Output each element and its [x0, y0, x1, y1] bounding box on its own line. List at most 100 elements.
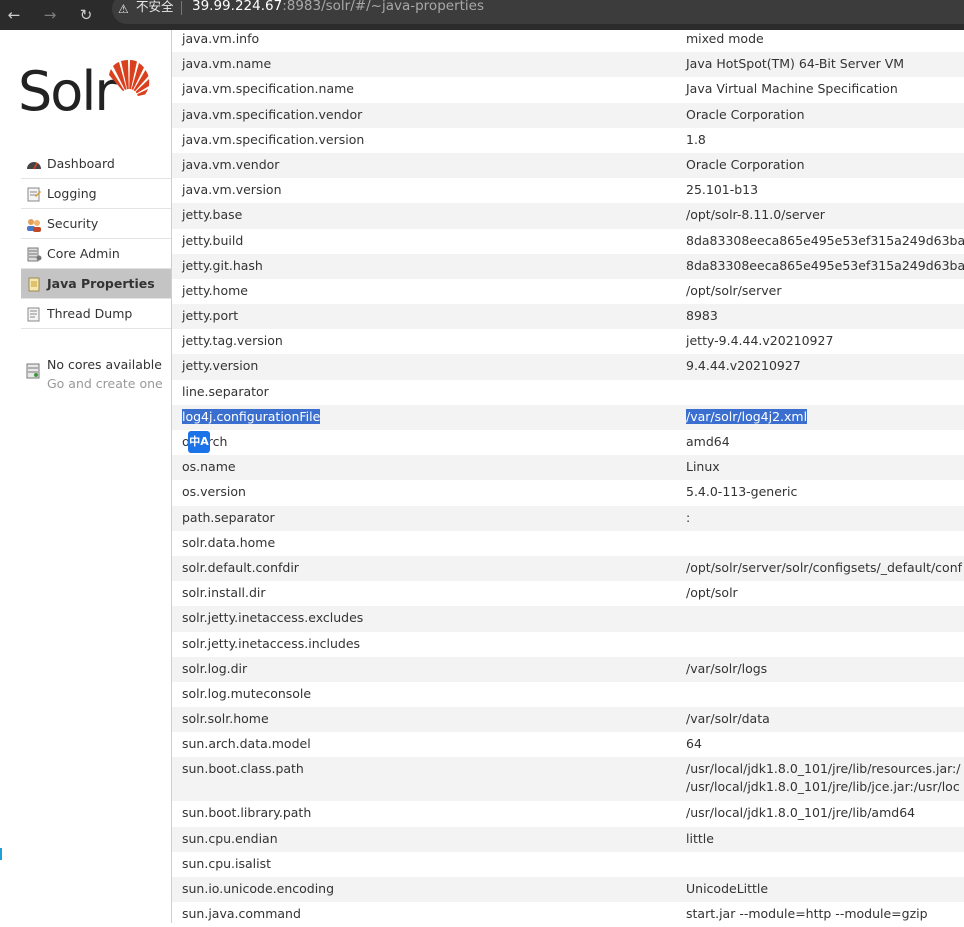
- url-path: :8983/solr/#/~java-properties: [282, 0, 485, 14]
- property-value: /opt/solr: [686, 585, 738, 601]
- property-value: Java Virtual Machine Specification: [686, 81, 898, 97]
- translate-icon[interactable]: 中A: [188, 431, 210, 453]
- property-row: log4j.configurationFile/var/solr/log4j2.…: [172, 404, 964, 430]
- property-row: sun.io.unicode.encoding UnicodeLittle: [172, 877, 964, 903]
- property-row: jetty.base/opt/solr-8.11.0/server: [172, 203, 964, 229]
- property-row: java.vm.specification.name Java Virtual M…: [172, 77, 964, 102]
- property-row: sun.cpu.isalist: [172, 852, 964, 877]
- sidebar: Solr Dashboard Logging Security Core Adm…: [0, 30, 171, 923]
- property-key: java.vm.name: [182, 56, 272, 72]
- property-key: sun.cpu.isalist: [182, 855, 272, 871]
- property-row: sun.cpu.endian little: [172, 826, 964, 852]
- property-row: solr.data.home: [172, 531, 964, 556]
- menu-item-label: Thread Dump: [47, 306, 133, 321]
- property-value: /opt/solr-8.11.0/server: [686, 207, 825, 223]
- property-value: Linux: [686, 459, 720, 475]
- menu-item-dashboard[interactable]: Dashboard: [21, 149, 171, 179]
- property-key: solr.default.confdir: [182, 559, 299, 575]
- property-key: line.separator: [182, 383, 269, 399]
- menu-item-logging[interactable]: Logging: [21, 179, 171, 209]
- property-value: /usr/local/jdk1.8.0_101/jre/lib/amd64: [686, 805, 916, 821]
- core-admin-icon: [26, 247, 44, 261]
- property-row: solr.install.dir/opt/solr: [172, 581, 964, 606]
- property-key: sun.cpu.endian: [182, 830, 278, 846]
- property-key: java.vm.specification.version: [182, 131, 365, 147]
- property-key: java.vm.specification.name: [182, 81, 354, 97]
- property-value: amd64: [686, 434, 730, 449]
- property-row: os.archamd64: [172, 430, 964, 455]
- property-row: sun.java.command start.jar --module=http …: [172, 902, 964, 927]
- property-key: jetty.build: [182, 232, 244, 248]
- property-value: little: [686, 830, 714, 846]
- property-key: solr.jetty.inetaccess.excludes: [182, 610, 364, 626]
- property-row: path.separator:: [172, 505, 964, 531]
- property-row: sun.boot.class.path/usr/local/jdk1.8.0_1…: [172, 757, 964, 802]
- property-row: java.vm.vendor Oracle Corporation: [172, 152, 964, 179]
- property-value: /var/solr/logs: [686, 660, 768, 676]
- solr-logo[interactable]: Solr: [18, 58, 158, 130]
- property-key: java.vm.vendor: [182, 156, 280, 172]
- logo-text: Solr: [18, 60, 117, 123]
- property-row: java.vm.name Java HotSpot(TM) 64-Bit Serv…: [172, 52, 964, 78]
- create-core-link[interactable]: Go and create one: [47, 376, 163, 391]
- property-value: 8da83308eeca865e495e53ef315a249d63ba9332: [686, 257, 964, 273]
- property-key: sun.arch.data.model: [182, 736, 311, 752]
- property-key: jetty.home: [182, 282, 248, 298]
- property-key: sun.io.unicode.encoding: [182, 881, 335, 896]
- menu-item-label: Java Properties: [47, 276, 155, 291]
- property-value: 5.4.0-113-generic: [686, 484, 798, 500]
- main-menu: Dashboard Logging Security Core Admin Ja…: [21, 149, 171, 329]
- property-key: jetty.port: [182, 308, 239, 324]
- property-key: solr.solr.home: [182, 711, 269, 727]
- warning-triangle-icon[interactable]: ⚠: [118, 2, 129, 16]
- cores-icon: [26, 363, 40, 379]
- property-key: jetty.version: [182, 358, 259, 374]
- menu-item-core-admin[interactable]: Core Admin: [21, 239, 171, 269]
- menu-item-java-properties[interactable]: Java Properties: [21, 269, 171, 299]
- java-properties-table: java.vm.info mixed mode java.vm.name Java H…: [172, 27, 964, 927]
- menu-item-label: Dashboard: [47, 156, 115, 171]
- property-value: 9.4.44.v20210927: [686, 358, 801, 374]
- reload-button[interactable]: ↻: [76, 5, 96, 25]
- property-row: jetty.version 9.4.44.v20210927: [172, 354, 964, 380]
- back-button[interactable]: ←: [4, 5, 24, 25]
- url-text[interactable]: 39.99.224.67:8983/solr/#/~java-propertie…: [192, 0, 484, 14]
- property-value: :: [686, 509, 691, 525]
- property-key: solr.install.dir: [182, 585, 266, 601]
- property-value: /opt/solr/server: [686, 282, 782, 298]
- property-key: sun.java.command: [182, 906, 301, 922]
- property-row: jetty.tag.version jetty-9.4.44.v20210927: [172, 329, 964, 354]
- browser-toolbar: ← → ↻ ⚠ 不安全 39.99.224.67:8983/solr/#/~ja…: [0, 0, 964, 30]
- property-row: java.vm.specification.version 1.8: [172, 128, 964, 153]
- property-row: jetty.git.hash 8da83308eeca865e495e53ef31…: [172, 253, 964, 279]
- property-value: 1.8: [686, 131, 706, 147]
- menu-item-label: Security: [47, 216, 99, 231]
- property-row: solr.log.dir/var/solr/logs: [172, 656, 964, 682]
- property-key: jetty.git.hash: [182, 257, 263, 273]
- property-key: jetty.base: [182, 207, 243, 223]
- property-key: java.vm.specification.vendor: [182, 106, 363, 122]
- property-key: os.version: [182, 484, 246, 500]
- property-key: sun.boot.class.path: [182, 761, 304, 777]
- property-row: jetty.home/opt/solr/server: [172, 279, 964, 304]
- property-value: jetty-9.4.44.v20210927: [686, 333, 834, 349]
- property-value: /opt/solr/server/solr/configsets/_defaul…: [686, 559, 963, 575]
- property-value: 8983: [686, 308, 718, 324]
- property-row: java.vm.specification.vendor Oracle Corpo…: [172, 102, 964, 128]
- menu-item-thread-dump[interactable]: Thread Dump: [21, 299, 171, 329]
- java-properties-icon: [26, 277, 44, 291]
- property-key: jetty.tag.version: [182, 333, 283, 349]
- property-row: solr.jetty.inetaccess.includes: [172, 632, 964, 657]
- property-key: solr.data.home: [182, 534, 276, 550]
- property-key: log4j.configurationFile: [182, 408, 321, 424]
- property-key: sun.boot.library.path: [182, 805, 312, 821]
- property-key: solr.log.muteconsole: [182, 685, 312, 701]
- property-key: java.vm.info: [182, 31, 260, 46]
- security-label[interactable]: 不安全: [136, 0, 174, 15]
- menu-item-security[interactable]: Security: [21, 209, 171, 239]
- property-row: jetty.port 8983: [172, 304, 964, 330]
- menu-item-label: Logging: [47, 186, 97, 201]
- forward-button[interactable]: →: [40, 5, 60, 25]
- property-key: solr.log.dir: [182, 660, 248, 676]
- property-value: 64: [686, 736, 702, 752]
